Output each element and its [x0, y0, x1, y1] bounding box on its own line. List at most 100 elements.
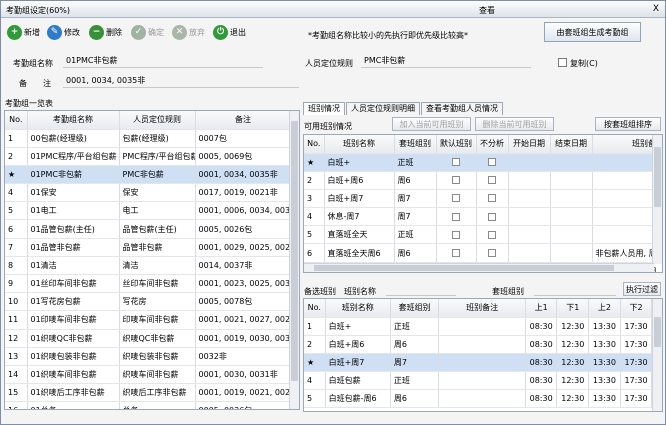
- table-row[interactable]: 13 01织唛包装非包薪 织唛包装非包薪 0032非: [5, 347, 292, 366]
- table-cell: 01织唛QC非包薪: [27, 329, 120, 348]
- group-list-title: 考勤组一览表: [5, 99, 53, 108]
- no-analysis-checkbox[interactable]: [488, 158, 496, 167]
- no-analysis-checkbox[interactable]: [488, 176, 496, 185]
- tab-0[interactable]: 班别情况: [303, 102, 345, 115]
- column-header[interactable]: 备注: [195, 111, 292, 130]
- table-row[interactable]: 8 01清洁 清洁 0014, 0037非: [5, 256, 292, 276]
- toolbar-minus-button[interactable]: − 删除: [89, 23, 122, 41]
- column-header[interactable]: 下1: [556, 299, 590, 318]
- copy-checkbox[interactable]: [558, 58, 567, 67]
- column-header[interactable]: 结束日期: [550, 135, 593, 154]
- table-row[interactable]: 1 00包薪(经理级) 包薪(经理级) 0007包: [5, 129, 292, 148]
- table-row[interactable]: 5 白班包薪-周6 周6 08:30 12:30 13:30 17:30: [304, 389, 662, 409]
- table-row[interactable]: 3 白班+周7 周7: [304, 189, 662, 209]
- default-shift-checkbox[interactable]: [452, 249, 460, 258]
- group-list-vscroll[interactable]: [289, 111, 299, 409]
- table-row[interactable]: 10 01写花房包薪 写花房 0005, 0078包: [5, 292, 292, 312]
- toolbar-exit-button[interactable]: ⏻ 退出: [213, 23, 246, 41]
- close-icon[interactable]: X: [653, 4, 659, 14]
- table-row[interactable]: 4 01保安 保安 0017, 0019, 0021非: [5, 183, 292, 203]
- table-row[interactable]: 701品管非包薪品管非包薪0001, 0029, 0025, 0023非: [5, 238, 292, 257]
- sort-by-group-button[interactable]: 按套班组排序: [595, 117, 661, 131]
- toolbar-plus-button[interactable]: + 新增: [7, 23, 40, 41]
- available-shifts-hscroll[interactable]: [304, 263, 654, 272]
- tab-1[interactable]: 人员定位规则明细: [346, 102, 420, 115]
- end-date-cell: [550, 207, 593, 227]
- column-header[interactable]: 下2: [620, 299, 653, 318]
- table-row[interactable]: 901丝印车间非包薪丝印车间非包薪0001, 0023, 0025, 0034,…: [5, 274, 292, 294]
- column-header[interactable]: 默认班别: [436, 135, 477, 154]
- no-analysis-checkbox[interactable]: [488, 230, 496, 239]
- default-shift-checkbox[interactable]: [452, 212, 460, 221]
- column-header[interactable]: No.: [304, 299, 326, 318]
- remark-input[interactable]: 0001, 0034, 0035非: [63, 74, 299, 88]
- no-analysis-checkbox[interactable]: [488, 249, 496, 258]
- table-cell: 印唛车间非包薪: [119, 310, 196, 330]
- column-header[interactable]: 班别名称: [324, 135, 395, 154]
- table-row[interactable]: 6 01品管包薪(主任) 品管包薪(主任) 0005, 0026包: [5, 219, 292, 239]
- table-row[interactable]: 1601总务总务0005, 0036包: [5, 401, 292, 409]
- column-header[interactable]: 上2: [588, 299, 621, 318]
- table-row[interactable]: 2 白班+周6 周6: [304, 171, 662, 190]
- table-row[interactable]: 4 白班包薪 正班 08:30 12:30 13:30 17:30: [304, 371, 662, 391]
- run-filter-button[interactable]: 执行过滤: [623, 282, 661, 296]
- toolbar-check-button[interactable]: ✓ 确定: [131, 23, 164, 41]
- end-date-cell: [550, 225, 593, 245]
- table-row[interactable]: 2 01PMC程序/平台组包薪 PMC程序/平台组包薪 0005, 0069包: [5, 147, 292, 166]
- table-row[interactable]: ★ 白班+ 正班: [304, 153, 662, 172]
- default-shift-checkbox[interactable]: [452, 158, 460, 167]
- column-header[interactable]: 不分析: [476, 135, 509, 154]
- toolbar-cancel-button[interactable]: ✕ 放弃: [172, 23, 205, 41]
- table-row[interactable]: ★白班+周7周708:3012:3013:3017:3018:30: [304, 353, 662, 373]
- column-header[interactable]: 考勤组名称: [27, 111, 120, 130]
- toolbar-edit-button[interactable]: ✎ 修改: [47, 23, 80, 41]
- available-shifts-vscroll[interactable]: [652, 135, 662, 264]
- column-header[interactable]: 套班组别: [390, 299, 440, 318]
- candidate-group-input[interactable]: [534, 282, 616, 296]
- table-row[interactable]: 2白班+周6周608:3012:3013:3017:3018:30: [304, 335, 662, 354]
- candidate-name-input[interactable]: [386, 282, 456, 296]
- table-cell: 织唛QC非包薪: [119, 329, 196, 348]
- rule-input[interactable]: PMC非包薪: [361, 54, 531, 68]
- add-shift-button[interactable]: 加入当前可用班别: [392, 117, 471, 131]
- column-header[interactable]: 班别名称: [325, 299, 391, 318]
- table-row[interactable]: 6 直落班全天周6 周6 非包薪人员用, 周: [304, 243, 662, 263]
- generate-from-shift-group-button[interactable]: 由套班组生成考勤组: [544, 22, 641, 42]
- no-analysis-checkbox[interactable]: [488, 194, 496, 203]
- table-row[interactable]: 5 直落班全天 正班: [304, 225, 662, 245]
- table-row[interactable]: 1201织唛QC非包薪织唛QC非包薪0001, 0019, 0030, 0031…: [5, 329, 292, 348]
- table-row[interactable]: 15 01织唛后工序非包薪 织唛后工序非包薪 0001, 0019, 0021, 00…: [5, 383, 292, 403]
- table-row[interactable]: 1101印唛车间非包薪印唛车间非包薪0001, 0021, 0027, 0028…: [5, 310, 292, 330]
- edit-icon: ✎: [47, 24, 62, 40]
- column-header[interactable]: 班别备注: [438, 299, 526, 318]
- table-row[interactable]: 4 休息-周7 周7: [304, 207, 662, 227]
- column-header[interactable]: 上1: [525, 299, 558, 318]
- table-row[interactable]: ★ 01PMC非包薪 PMC非包薪 0001, 0034, 0035非: [5, 165, 292, 185]
- column-header[interactable]: 开始日期: [508, 135, 551, 154]
- column-header[interactable]: No.: [5, 111, 28, 130]
- no-analysis-checkbox[interactable]: [488, 212, 496, 221]
- table-row[interactable]: 501电工电工0001, 0006, 0034, 0035非: [5, 201, 292, 221]
- column-header[interactable]: 人员定位规则: [119, 111, 196, 130]
- default-shift-checkbox[interactable]: [452, 194, 460, 203]
- checkbox-cell: [476, 243, 509, 263]
- default-shift-checkbox[interactable]: [452, 176, 460, 185]
- table-cell: 01清洁: [27, 256, 120, 276]
- table-cell: 12:30: [556, 335, 590, 354]
- window-title: 考勤组设定(60%): [6, 6, 71, 15]
- table-cell: 12:30: [556, 371, 590, 391]
- table-row[interactable]: 1白班+正班08:3012:3013:3017:3018:30: [304, 317, 662, 336]
- default-shift-checkbox[interactable]: [452, 230, 460, 239]
- shift-name-cell: 白班+周6: [324, 171, 395, 190]
- table-cell: 08:30: [525, 317, 558, 336]
- table-row[interactable]: 14 01织唛车间非包薪 织唛车间非包薪 0001, 0030, 0031非: [5, 365, 292, 385]
- candidate-shifts-vscroll[interactable]: [652, 299, 662, 411]
- toolbar-label: 退出: [230, 27, 246, 37]
- column-header[interactable]: 套班组别: [394, 135, 437, 154]
- remove-shift-button[interactable]: 删除当前可用班别: [475, 117, 554, 131]
- tab-2[interactable]: 查看考勤组人员情况: [421, 102, 503, 115]
- column-header[interactable]: No.: [304, 135, 325, 154]
- cancel-icon: ✕: [172, 24, 187, 40]
- group-name-input[interactable]: 01PMC非包薪: [63, 54, 263, 68]
- row-number: 15: [5, 383, 28, 403]
